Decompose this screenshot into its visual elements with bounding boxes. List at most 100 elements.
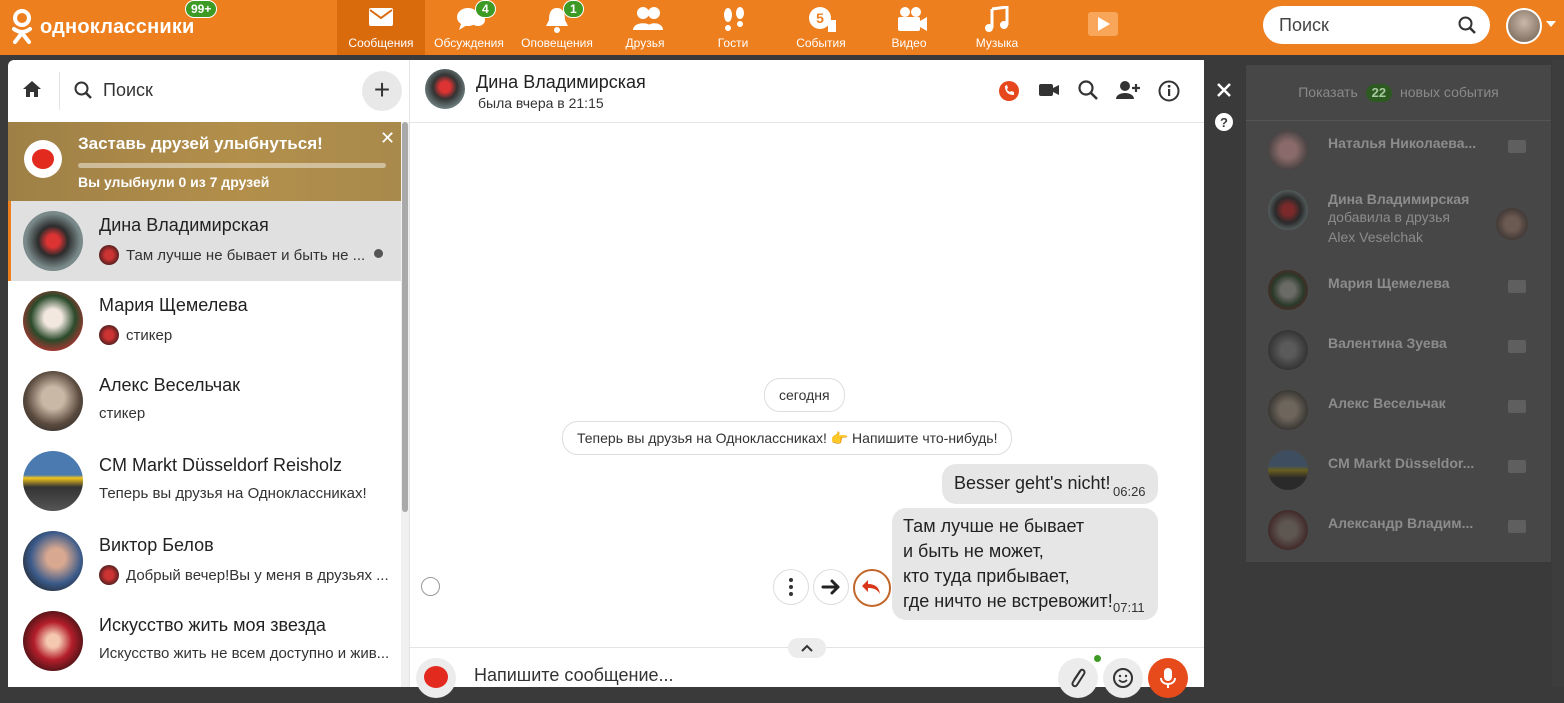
search-icon[interactable] bbox=[74, 81, 92, 99]
envelope-icon[interactable] bbox=[1508, 400, 1526, 413]
reply-button[interactable] bbox=[853, 569, 891, 607]
main-nav: Сообщения 4 Обсуждения 1 Оповещения Друз… bbox=[337, 0, 1041, 55]
emoji-button[interactable] bbox=[1103, 658, 1143, 698]
phone-call-icon[interactable] bbox=[998, 80, 1020, 102]
envelope-icon[interactable] bbox=[1508, 520, 1526, 533]
conversation-preview: Там лучше не бывает и быть не ... bbox=[99, 245, 365, 265]
attach-button[interactable] bbox=[1058, 658, 1098, 698]
smile-promo-banner[interactable]: Заставь друзей улыбнуться! Вы улыбнули 0… bbox=[8, 122, 401, 201]
avatar bbox=[23, 211, 83, 271]
add-participant-icon[interactable] bbox=[1116, 80, 1140, 100]
video-call-icon[interactable] bbox=[1038, 80, 1060, 100]
preview-text: Теперь вы друзья на Одноклассниках! bbox=[99, 485, 367, 502]
contact-name[interactable]: Дина Владимирская bbox=[476, 72, 646, 93]
top-search-input[interactable]: Поиск bbox=[1263, 6, 1490, 44]
nav-messages[interactable]: Сообщения bbox=[337, 0, 425, 55]
page-scrollbar[interactable] bbox=[1552, 60, 1564, 687]
conversation-item[interactable]: Дина Владимирская Там лучше не бывает и … bbox=[8, 201, 401, 281]
chevron-down-icon[interactable] bbox=[1546, 21, 1556, 27]
event-name: Александр Владим... bbox=[1328, 515, 1474, 531]
message-line: где ничто не встревожит! bbox=[903, 591, 1113, 611]
friends-icon bbox=[633, 7, 663, 30]
info-icon[interactable] bbox=[1158, 80, 1180, 102]
conversation-item[interactable]: Алекс Весельчак стикер bbox=[8, 361, 401, 441]
nav-guests[interactable]: Гости bbox=[689, 0, 777, 55]
nav-label: Видео bbox=[891, 36, 927, 50]
close-icon[interactable]: ✕ bbox=[380, 128, 395, 149]
nav-notifications[interactable]: 1 Оповещения bbox=[513, 0, 601, 55]
envelope-icon[interactable] bbox=[1508, 340, 1526, 353]
smiley-icon bbox=[1113, 668, 1133, 688]
event-item[interactable]: Валентина Зуева bbox=[1246, 320, 1551, 380]
envelope-icon[interactable] bbox=[1508, 140, 1526, 153]
events-panel: Показать 22 новых события Наталья Никола… bbox=[1246, 65, 1551, 562]
conversation-item[interactable]: Виктор Белов Добрый вечер!Вы у меня в др… bbox=[8, 521, 401, 601]
contact-avatar[interactable] bbox=[425, 69, 465, 109]
nav-label: Гости bbox=[717, 36, 749, 50]
home-icon[interactable] bbox=[22, 80, 42, 98]
nav-events[interactable]: 5 События bbox=[777, 0, 865, 55]
show-new-events-button[interactable]: Показать 22 новых события bbox=[1246, 65, 1551, 121]
message-bubble[interactable]: Besser geht's nicht! 06:26 bbox=[942, 464, 1158, 504]
show-prefix: Показать bbox=[1298, 84, 1358, 100]
nav-friends[interactable]: Друзья bbox=[601, 0, 689, 55]
promo-subtitle: Вы улыбнули 0 из 7 друзей bbox=[78, 174, 270, 190]
ok-logo[interactable]: одноклассники bbox=[10, 8, 195, 46]
envelope-icon[interactable] bbox=[1508, 280, 1526, 293]
event-item[interactable]: Наталья Николаева... bbox=[1246, 120, 1551, 180]
divider bbox=[59, 72, 60, 110]
preview-text: Искусство жить не всем доступно и жив... bbox=[99, 645, 390, 662]
event-item[interactable]: CM Markt Düsseldor... bbox=[1246, 440, 1551, 500]
voice-message-button[interactable] bbox=[1148, 658, 1188, 698]
forward-button[interactable] bbox=[813, 569, 849, 605]
conversation-item[interactable]: Мария Щемелева стикер bbox=[8, 281, 401, 361]
message-time: 06:26 bbox=[1113, 484, 1146, 499]
conversation-item[interactable]: Искусство жить моя звезда Искусство жить… bbox=[8, 601, 401, 681]
preview-text: Там лучше не бывает и быть не ... bbox=[126, 246, 366, 264]
conversation-preview: Теперь вы друзья на Одноклассниках! bbox=[99, 485, 367, 502]
message-text: Besser geht's nicht! bbox=[954, 473, 1111, 493]
envelope-icon[interactable] bbox=[1508, 460, 1526, 473]
search-icon[interactable] bbox=[1078, 80, 1098, 100]
avatar bbox=[1496, 208, 1528, 240]
date-divider: сегодня bbox=[764, 378, 845, 412]
nav-discussions[interactable]: 4 Обсуждения bbox=[425, 0, 513, 55]
message-time: 07:11 bbox=[1113, 600, 1145, 615]
nav-label: Музыка bbox=[975, 36, 1019, 50]
search-icon bbox=[1458, 16, 1476, 34]
select-message-checkbox[interactable] bbox=[421, 577, 440, 596]
event-item[interactable]: Алекс Весельчак bbox=[1246, 380, 1551, 440]
play-icon[interactable] bbox=[1088, 10, 1120, 38]
help-icon[interactable]: ? bbox=[1214, 112, 1234, 132]
conversation-preview: стикер bbox=[99, 325, 172, 345]
nav-badge: 1 bbox=[563, 0, 584, 18]
conversation-name: Мария Щемелева bbox=[99, 295, 248, 315]
conversation-list-scrollbar[interactable] bbox=[401, 122, 409, 687]
user-avatar[interactable] bbox=[1506, 8, 1542, 44]
avatar bbox=[1268, 510, 1308, 550]
notifications-count-badge: 99+ bbox=[185, 0, 218, 18]
new-chat-button[interactable]: + bbox=[362, 71, 402, 111]
nav-music[interactable]: Музыка bbox=[953, 0, 1041, 55]
apple-sticker-icon[interactable] bbox=[416, 658, 456, 698]
chat-header: Дина Владимирская была вчера в 21:15 bbox=[410, 60, 1204, 123]
unread-indicator bbox=[374, 249, 383, 258]
close-icon[interactable] bbox=[1214, 80, 1234, 100]
message-more-button[interactable] bbox=[773, 569, 809, 605]
scrollbar-thumb[interactable] bbox=[402, 122, 408, 512]
message-input[interactable]: Напишите сообщение... bbox=[474, 665, 674, 686]
event-item[interactable]: Дина Владимирская добавила в друзья Alex… bbox=[1246, 180, 1551, 260]
conversation-item[interactable]: CM Markt Düsseldorf Reisholz Теперь вы д… bbox=[8, 441, 401, 521]
message-bubble[interactable]: Там лучше не бывает и быть не может, кто… bbox=[892, 508, 1158, 620]
event-description: добавила в друзья bbox=[1328, 209, 1450, 225]
conversations-search-input[interactable]: Поиск bbox=[103, 80, 153, 101]
conversation-name: Алекс Весельчак bbox=[99, 375, 240, 395]
conversation-name: Виктор Белов bbox=[99, 535, 214, 555]
conversations-panel: Поиск + Заставь друзей улыбнуться! Вы ул… bbox=[8, 60, 409, 687]
conversation-preview: стикер bbox=[99, 405, 145, 422]
nav-video[interactable]: Видео bbox=[865, 0, 953, 55]
event-item[interactable]: Александр Владим... bbox=[1246, 500, 1551, 560]
collapse-button[interactable] bbox=[788, 638, 826, 658]
event-item[interactable]: Мария Щемелева bbox=[1246, 260, 1551, 320]
event-name: Дина Владимирская добавила в друзья Alex… bbox=[1328, 191, 1469, 247]
